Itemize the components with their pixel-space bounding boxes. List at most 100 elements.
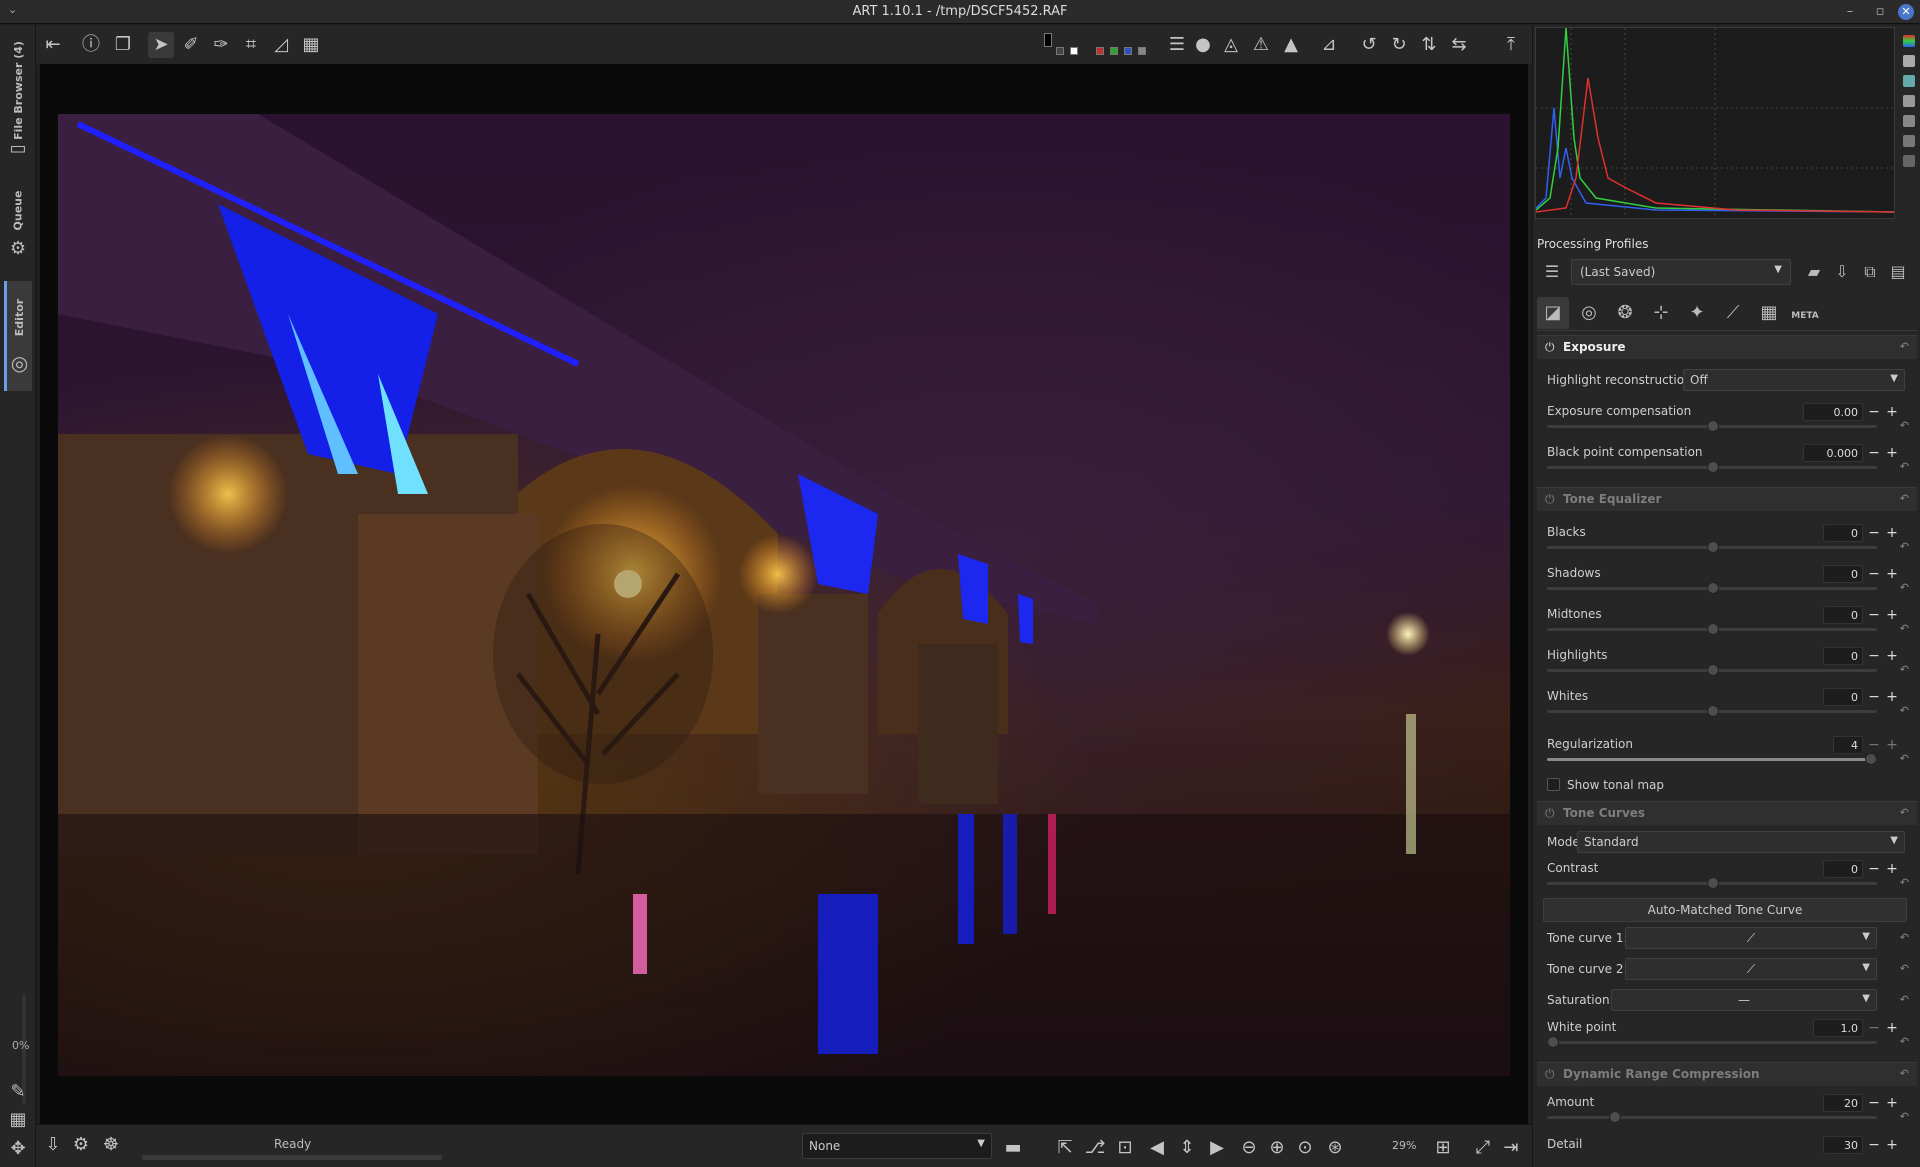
reset-icon[interactable]: ↶ — [1900, 663, 1909, 676]
zoom-out-icon[interactable]: ⊖ — [1236, 1135, 1262, 1161]
bg-gray-swatch[interactable] — [1056, 47, 1064, 55]
increment-button[interactable]: + — [1885, 1137, 1899, 1153]
exposure-compensation-input[interactable]: 0.00 — [1803, 403, 1863, 421]
slider-knob[interactable] — [1547, 1036, 1559, 1048]
tab-local-icon[interactable]: ⊹ — [1645, 297, 1677, 329]
decrement-button[interactable]: − — [1867, 1137, 1881, 1153]
reset-icon[interactable]: ↶ — [1900, 340, 1909, 353]
contrast-input[interactable]: 0 — [1823, 860, 1863, 878]
close-button[interactable]: ✕ — [1898, 4, 1914, 20]
profile-list-icon[interactable]: ☰ — [1539, 259, 1565, 285]
increment-button[interactable]: + — [1885, 648, 1899, 664]
increment-button[interactable]: + — [1885, 404, 1899, 420]
increment-button[interactable]: + — [1885, 445, 1899, 461]
histogram-rgb-toggle[interactable] — [1903, 35, 1915, 47]
zoom-in-icon[interactable]: ⊕ — [1264, 1135, 1290, 1161]
decrement-button[interactable]: − — [1867, 445, 1881, 461]
tab-file-browser[interactable]: File Browser (4) — [4, 35, 32, 145]
regularization-slider[interactable] — [1547, 753, 1877, 765]
tab-editor[interactable]: Editor ◎ — [4, 281, 32, 391]
histogram[interactable] — [1535, 27, 1895, 219]
slider-knob[interactable] — [1707, 664, 1719, 676]
collapse-top-icon[interactable]: ⤒ — [1498, 32, 1524, 58]
save-profile-icon[interactable]: ⇩ — [1829, 259, 1855, 285]
slider-knob[interactable] — [1707, 623, 1719, 635]
decrement-button[interactable]: − — [1867, 566, 1881, 582]
slider-knob[interactable] — [1865, 753, 1877, 765]
white-point-slider[interactable] — [1547, 1036, 1877, 1048]
increment-button[interactable]: + — [1885, 525, 1899, 541]
increment-button[interactable]: + — [1885, 1020, 1899, 1036]
tab-effects-icon[interactable]: ✦ — [1681, 297, 1713, 329]
saturation-curve-select[interactable]: — ▼ — [1611, 989, 1877, 1011]
profile-select[interactable]: (Last Saved) ▼ — [1571, 259, 1791, 285]
blacks-input[interactable]: 0 — [1823, 524, 1863, 542]
reset-icon[interactable]: ↶ — [1900, 1067, 1909, 1080]
shadow-clip-icon[interactable]: ◬ — [1218, 32, 1244, 58]
slider-knob[interactable] — [1707, 541, 1719, 553]
straighten-icon[interactable]: ◿ — [268, 32, 294, 58]
highlights-input[interactable]: 0 — [1823, 647, 1863, 665]
histogram-luma-toggle[interactable] — [1903, 55, 1915, 67]
power-icon[interactable]: ⏻ — [1545, 340, 1555, 355]
zoom-100-icon[interactable]: ⊙ — [1292, 1135, 1318, 1161]
preset-select[interactable]: None ▼ — [802, 1133, 992, 1159]
tone-equalizer-header[interactable]: ⏻ Tone Equalizer ↶ — [1537, 487, 1917, 511]
detail-input[interactable]: 30 — [1823, 1136, 1863, 1154]
navigate-first-icon[interactable]: ⇱ — [1052, 1135, 1078, 1161]
reset-icon[interactable]: ↶ — [1900, 876, 1909, 889]
rotate-right-icon[interactable]: ↻ — [1386, 32, 1412, 58]
zoom-fit-icon[interactable]: ⊛ — [1322, 1135, 1348, 1161]
exposure-header[interactable]: ⏻ Exposure ↶ — [1537, 335, 1917, 359]
increment-button[interactable]: + — [1885, 566, 1899, 582]
adjust-icon[interactable]: ▦ — [6, 1108, 30, 1132]
focus-mask-icon[interactable]: ☰ — [1164, 32, 1190, 58]
blacks-slider[interactable] — [1547, 541, 1877, 553]
open-profile-icon[interactable]: ▰ — [1801, 259, 1827, 285]
reset-icon[interactable]: ↶ — [1900, 540, 1909, 553]
tab-transform-icon[interactable]: ⟋ — [1717, 297, 1749, 329]
histogram-mode-toggle[interactable] — [1903, 115, 1915, 127]
white-point-input[interactable]: 1.0 — [1813, 1019, 1863, 1037]
increment-button[interactable]: + — [1885, 607, 1899, 623]
decrement-button[interactable]: − — [1867, 1095, 1881, 1111]
increment-button[interactable]: + — [1885, 1095, 1899, 1111]
histogram-chroma-toggle[interactable] — [1903, 75, 1915, 87]
collapse-left-icon[interactable]: ⇤ — [40, 32, 66, 58]
exposure-compensation-slider[interactable] — [1547, 420, 1877, 432]
flip-vertical-icon[interactable]: ⇅ — [1416, 32, 1442, 58]
tab-details-icon[interactable]: ◎ — [1573, 297, 1605, 329]
increment-button[interactable]: + — [1885, 861, 1899, 877]
new-window-icon[interactable]: ⊞ — [1430, 1135, 1456, 1161]
reset-icon[interactable]: ↶ — [1900, 1110, 1909, 1123]
histogram-bar-toggle[interactable] — [1903, 135, 1915, 147]
amount-slider[interactable] — [1547, 1111, 1877, 1123]
shadows-input[interactable]: 0 — [1823, 565, 1863, 583]
highlight-clip-icon[interactable]: ▲ — [1278, 32, 1304, 58]
reset-icon[interactable]: ↶ — [1900, 419, 1909, 432]
decrement-button[interactable]: − — [1867, 861, 1881, 877]
tab-meta-icon[interactable]: META — [1789, 297, 1821, 329]
tab-color-icon[interactable]: ❂ — [1609, 297, 1641, 329]
slider-knob[interactable] — [1609, 1111, 1621, 1123]
auto-matched-tone-curve-button[interactable]: Auto-Matched Tone Curve — [1543, 898, 1907, 922]
show-tonal-map-checkbox[interactable] — [1547, 778, 1560, 791]
previous-image-icon[interactable]: ◀ — [1144, 1135, 1170, 1161]
reset-icon[interactable]: ↶ — [1900, 460, 1909, 473]
reset-icon[interactable]: ↶ — [1900, 993, 1909, 1006]
crop-icon[interactable]: ⌗ — [238, 32, 264, 58]
perspective-icon[interactable]: ▦ — [298, 32, 324, 58]
histogram-raw-toggle[interactable] — [1903, 95, 1915, 107]
reset-icon[interactable]: ↶ — [1900, 581, 1909, 594]
amount-input[interactable]: 20 — [1823, 1094, 1863, 1112]
fit-icon[interactable]: ⊡ — [1112, 1135, 1138, 1161]
whites-slider[interactable] — [1547, 705, 1877, 717]
regularization-input[interactable]: 4 — [1833, 736, 1863, 754]
minimize-button[interactable]: – — [1840, 2, 1860, 22]
reset-icon[interactable]: ↶ — [1900, 1035, 1909, 1048]
whites-input[interactable]: 0 — [1823, 688, 1863, 706]
midtones-slider[interactable] — [1547, 623, 1877, 635]
copy-profile-icon[interactable]: ⧉ — [1857, 259, 1883, 285]
color-label-icon[interactable]: ▬ — [1000, 1135, 1026, 1161]
queue-icon[interactable]: ⚙ — [68, 1132, 94, 1158]
